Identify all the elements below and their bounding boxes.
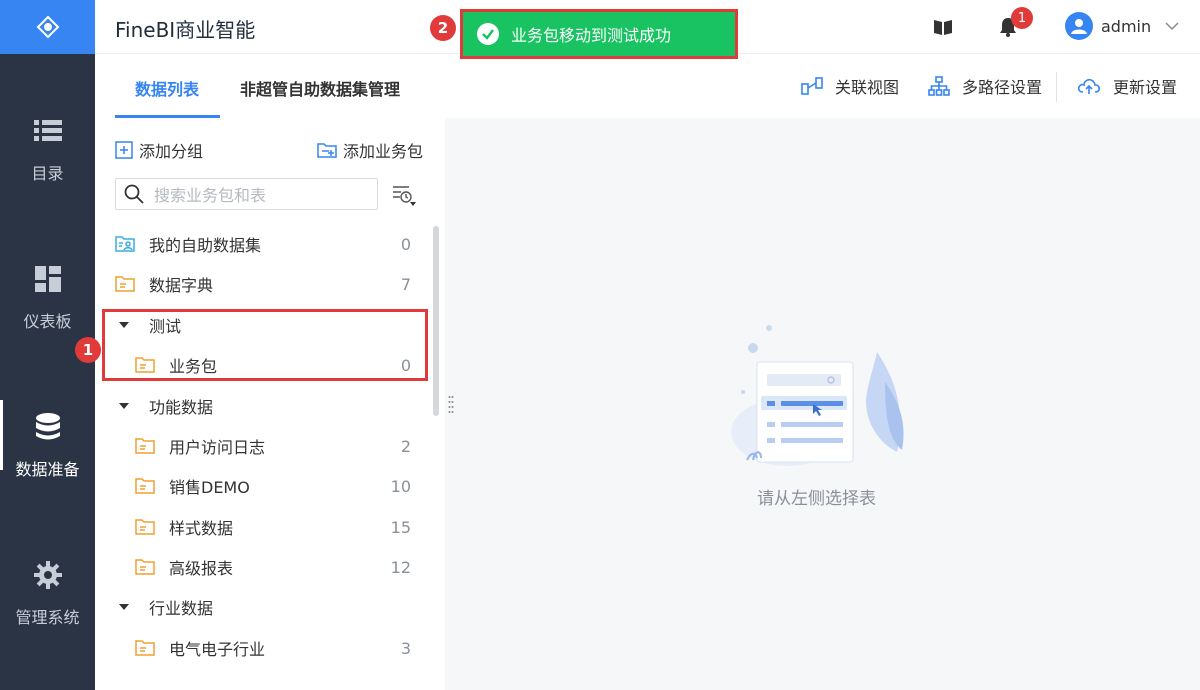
check-icon — [477, 23, 499, 45]
item-count: 15 — [390, 517, 411, 537]
relation-view-button[interactable]: 关联视图 — [801, 74, 899, 98]
annotation-highlight-box — [102, 309, 428, 381]
avatar — [1065, 12, 1093, 40]
update-settings-button[interactable]: 更新设置 — [1077, 74, 1177, 98]
add-group-icon — [115, 141, 133, 159]
list-item-electrical-industry[interactable]: 电气电子行业 3 — [135, 628, 425, 668]
tab-self-service-datasets[interactable]: 非超管自助数据集管理 — [240, 76, 400, 100]
chevron-down-icon — [1165, 21, 1179, 31]
tab-data-list[interactable]: 数据列表 — [135, 76, 199, 100]
toast-message: 业务包移动到测试成功 — [511, 26, 672, 45]
nav-item-data-prep[interactable]: 数据准备 — [0, 400, 95, 480]
add-package-icon — [317, 141, 337, 159]
add-package-button[interactable]: 添加业务包 — [317, 138, 423, 162]
hierarchy-icon — [928, 76, 950, 96]
add-group-button[interactable]: 添加分组 — [115, 138, 203, 162]
gear-icon — [33, 560, 63, 590]
item-count: 0 — [400, 234, 411, 254]
toolbar-divider — [1056, 72, 1057, 102]
list-item-label: 样式数据 — [169, 519, 234, 538]
nav-label: 目录 — [31, 164, 64, 183]
list-item-style-data[interactable]: 样式数据 15 — [135, 507, 425, 547]
folder-icon — [115, 275, 135, 293]
item-count: 2 — [400, 436, 411, 456]
search-placeholder: 搜索业务包和表 — [154, 186, 267, 205]
folder-icon — [135, 518, 155, 536]
nav-item-catalog[interactable]: 目录 — [0, 116, 95, 184]
folder-icon — [135, 558, 155, 576]
nav-item-dashboard[interactable]: 仪表板 — [0, 264, 95, 332]
package-panel: 添加分组 添加业务包 搜索业务包和表 我的自助数据集 0 数据字典 7 测试 业… — [95, 118, 445, 690]
relation-view-icon — [801, 76, 823, 96]
list-item-label: 电气电子行业 — [169, 640, 266, 659]
item-count: 3 — [400, 638, 411, 658]
item-count: 7 — [400, 274, 411, 294]
callout-badge-2: 2 — [430, 15, 456, 41]
caret-down-icon — [119, 604, 129, 610]
callout-badge-1: 1 — [75, 337, 101, 363]
database-icon — [33, 412, 63, 442]
panel-resize-handle[interactable] — [445, 118, 457, 690]
nav-label: 管理系统 — [15, 608, 80, 627]
relation-view-label: 关联视图 — [835, 78, 900, 97]
tab-bar: 数据列表 非超管自助数据集管理 关联视图 多路径设置 更新设置 — [95, 54, 1200, 118]
list-item-label: 我的自助数据集 — [149, 236, 262, 255]
app-root: 目录 仪表板 数据准备 管理系统 FineBI商业智能 2 业务包移动到测试成功… — [0, 0, 1200, 690]
list-item-label: 销售DEMO — [169, 478, 250, 497]
list-item-label: 用户访问日志 — [169, 438, 266, 457]
user-name: admin — [1101, 16, 1152, 36]
success-toast: 业务包移动到测试成功 — [460, 9, 738, 59]
dashboard-icon — [33, 264, 63, 294]
multi-path-label: 多路径设置 — [962, 78, 1043, 97]
filter-icon[interactable] — [391, 182, 419, 210]
caret-down-icon — [119, 403, 129, 409]
empty-state-illustration — [731, 325, 904, 466]
notification-count-badge: 1 — [1011, 7, 1033, 29]
list-item-data-dictionary[interactable]: 数据字典 7 — [115, 264, 425, 304]
group-feature-data[interactable]: 功能数据 — [115, 386, 425, 426]
list-item-sales-demo[interactable]: 销售DEMO 10 — [135, 466, 425, 506]
panel-scrollbar[interactable] — [433, 226, 439, 416]
add-group-label: 添加分组 — [139, 142, 204, 161]
user-folder-icon — [115, 235, 135, 253]
list-item-label: 高级报表 — [169, 559, 234, 578]
app-logo[interactable] — [0, 0, 95, 54]
list-item-my-datasets[interactable]: 我的自助数据集 0 — [115, 224, 425, 264]
folder-icon — [135, 437, 155, 455]
nav-label: 数据准备 — [15, 460, 80, 479]
item-count: 10 — [390, 476, 411, 496]
update-settings-label: 更新设置 — [1113, 78, 1178, 97]
list-item-advanced-report[interactable]: 高级报表 12 — [135, 547, 425, 587]
group-industry-data[interactable]: 行业数据 — [115, 587, 425, 627]
multi-path-button[interactable]: 多路径设置 — [928, 74, 1042, 98]
list-icon — [33, 116, 63, 146]
book-icon[interactable] — [932, 16, 954, 38]
add-package-label: 添加业务包 — [343, 142, 424, 161]
main-content: 请从左侧选择表 — [445, 118, 1200, 690]
nav-label: 仪表板 — [23, 312, 72, 331]
group-label: 行业数据 — [149, 599, 214, 618]
group-label: 功能数据 — [149, 398, 214, 417]
search-input[interactable]: 搜索业务包和表 — [115, 178, 378, 210]
list-item-access-log[interactable]: 用户访问日志 2 — [135, 426, 425, 466]
cloud-refresh-icon — [1077, 77, 1101, 95]
app-title: FineBI商业智能 — [115, 18, 256, 42]
item-count: 12 — [390, 557, 411, 577]
empty-state-text: 请从左侧选择表 — [757, 489, 876, 509]
search-icon — [124, 184, 144, 204]
user-menu[interactable]: admin — [1065, 12, 1179, 40]
logo-icon — [36, 15, 59, 39]
list-item-label: 数据字典 — [149, 276, 214, 295]
top-bar: FineBI商业智能 2 业务包移动到测试成功 1 admin — [95, 0, 1200, 59]
folder-icon — [135, 639, 155, 657]
folder-icon — [135, 477, 155, 495]
nav-item-admin[interactable]: 管理系统 — [0, 560, 95, 628]
